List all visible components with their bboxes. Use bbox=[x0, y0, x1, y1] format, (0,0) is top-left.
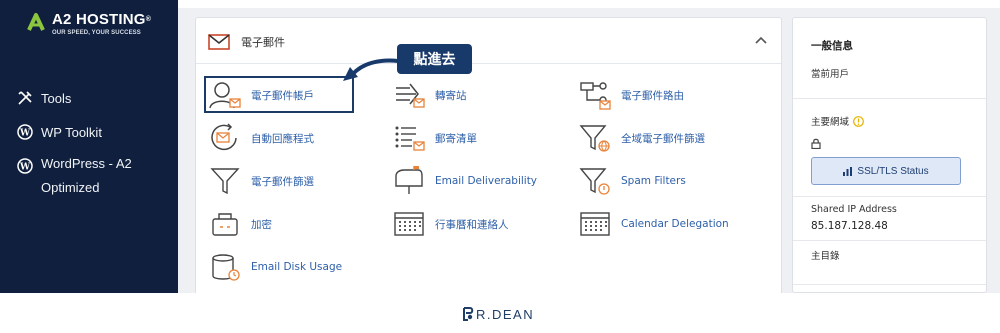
logo-tagline: OUR SPEED, YOUR SUCCESS bbox=[52, 30, 141, 36]
lock-icon bbox=[811, 138, 821, 149]
cpanel-screenshot: A2 HOSTING® OUR SPEED, YOUR SUCCESS Tool… bbox=[0, 0, 1000, 293]
callout-arrow-icon bbox=[343, 58, 399, 81]
sidebar-item-wordpress-a2[interactable]: W bbox=[17, 158, 41, 174]
email-section-title: 電子郵件 bbox=[241, 36, 285, 49]
logo-registered-mark: ® bbox=[145, 16, 152, 23]
calendar-icon bbox=[389, 206, 429, 242]
callout-label: 點進去 bbox=[397, 44, 472, 74]
a2-logo-icon bbox=[26, 12, 46, 34]
dr-dean-logo-icon bbox=[463, 307, 474, 321]
brand-text: R.DEAN bbox=[476, 306, 535, 322]
sidebar-item-label: Tools bbox=[41, 90, 72, 106]
bar-chart-icon bbox=[843, 166, 853, 176]
wordpress-icon: W bbox=[17, 158, 33, 174]
spam-filters-label: Spam Filters bbox=[621, 175, 686, 187]
chevron-up-icon[interactable] bbox=[755, 36, 767, 44]
ssl-tls-status-label: SSL/TLS Status bbox=[857, 165, 929, 177]
email-filters-label: 電子郵件篩選 bbox=[251, 175, 314, 188]
divider bbox=[793, 240, 986, 241]
current-user-label: 當前用戶 bbox=[811, 69, 850, 80]
tools-icon bbox=[18, 91, 32, 105]
general-info-card: 一般信息 當前用戶 主要網域 SSL/TLS Status Shared IP … bbox=[792, 17, 987, 293]
email-section-header[interactable]: 電子郵件 bbox=[196, 18, 781, 64]
encryption-label: 加密 bbox=[251, 218, 272, 231]
envelope-icon bbox=[208, 34, 230, 50]
email-disk-usage-link[interactable]: Email Disk Usage bbox=[205, 249, 342, 285]
divider bbox=[793, 196, 986, 197]
wordpress-icon: W bbox=[17, 124, 33, 140]
divider bbox=[793, 98, 986, 99]
shared-ip-value: 85.187.128.48 bbox=[811, 220, 888, 232]
encryption-icon bbox=[205, 206, 245, 242]
encryption-link[interactable]: 加密 bbox=[205, 206, 272, 242]
dr-dean-watermark: R.DEAN bbox=[462, 306, 534, 322]
mailing-lists-link[interactable]: 郵寄清單 bbox=[389, 120, 477, 156]
calendar-delegation-link[interactable]: Calendar Delegation bbox=[575, 206, 729, 242]
calendars-contacts-label: 行事曆和連絡人 bbox=[435, 218, 509, 231]
primary-domain-label: 主要網域 bbox=[811, 117, 850, 128]
top-bar bbox=[178, 0, 1000, 8]
global-email-filters-link[interactable]: 全域電子郵件篩選 bbox=[575, 120, 705, 156]
mailbox-icon bbox=[389, 163, 429, 199]
warning-info-icon[interactable] bbox=[853, 115, 864, 127]
email-deliverability-label: Email Deliverability bbox=[435, 175, 538, 187]
shared-ip-label: Shared IP Address bbox=[811, 204, 897, 215]
home-directory-label: 主目錄 bbox=[811, 251, 840, 262]
calendar-delegation-icon bbox=[575, 206, 615, 242]
email-deliverability-link[interactable]: Email Deliverability bbox=[389, 163, 537, 199]
sidebar: A2 HOSTING® OUR SPEED, YOUR SUCCESS Tool… bbox=[0, 0, 178, 293]
spam-filter-icon bbox=[575, 163, 615, 199]
autoresponders-link[interactable]: 自動回應程式 bbox=[205, 120, 314, 156]
email-filters-link[interactable]: 電子郵件篩選 bbox=[205, 163, 314, 199]
global-filter-icon bbox=[575, 120, 615, 156]
ssl-tls-status-button[interactable]: SSL/TLS Status bbox=[811, 157, 961, 185]
divider bbox=[793, 284, 986, 285]
calendar-delegation-label: Calendar Delegation bbox=[621, 218, 729, 230]
calendars-contacts-link[interactable]: 行事曆和連絡人 bbox=[389, 206, 509, 242]
email-routing-label: 電子郵件路由 bbox=[621, 89, 684, 102]
sidebar-item-tools[interactable]: Tools bbox=[17, 90, 71, 106]
logo-name: A2 HOSTING bbox=[52, 11, 146, 28]
autoresponders-label: 自動回應程式 bbox=[251, 132, 314, 145]
email-accounts-highlight-box bbox=[204, 76, 354, 113]
disk-usage-icon bbox=[205, 249, 245, 285]
svg-text:W: W bbox=[19, 163, 31, 173]
global-email-filters-label: 全域電子郵件篩選 bbox=[621, 132, 705, 145]
sidebar-item-label: WordPress - A2 Optimized bbox=[41, 156, 132, 195]
mailing-list-icon bbox=[389, 120, 429, 156]
sidebar-item-label: WP Toolkit bbox=[41, 124, 102, 140]
email-disk-usage-label: Email Disk Usage bbox=[251, 261, 343, 273]
routing-icon bbox=[575, 77, 615, 113]
forwarders-label: 轉寄站 bbox=[435, 89, 467, 102]
autoresponder-icon bbox=[205, 120, 245, 156]
mailing-lists-label: 郵寄清單 bbox=[435, 132, 477, 145]
spam-filters-link[interactable]: Spam Filters bbox=[575, 163, 686, 199]
filter-icon bbox=[205, 163, 245, 199]
a2-hosting-logo[interactable]: A2 HOSTING® OUR SPEED, YOUR SUCCESS bbox=[26, 12, 151, 36]
general-info-title: 一般信息 bbox=[811, 40, 853, 52]
sidebar-item-wp-toolkit[interactable]: W WP Toolkit bbox=[17, 124, 102, 140]
svg-text:W: W bbox=[19, 129, 31, 139]
email-routing-link[interactable]: 電子郵件路由 bbox=[575, 77, 684, 113]
